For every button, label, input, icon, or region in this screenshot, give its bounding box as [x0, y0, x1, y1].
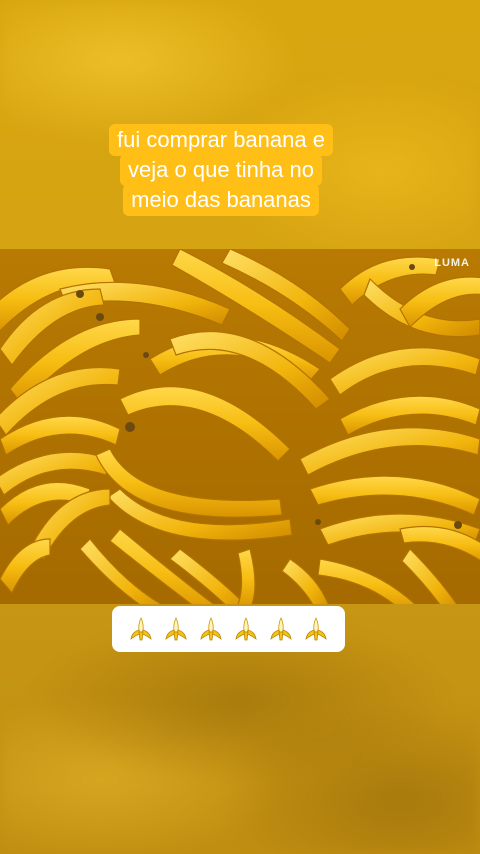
watermark-label: LUMA — [434, 257, 470, 269]
emoji-bar — [112, 606, 345, 652]
banana-peeled-icon — [270, 617, 292, 641]
bananas-illustration — [0, 249, 480, 604]
banana-peeled-icon — [165, 617, 187, 641]
banana-peeled-icon — [235, 617, 257, 641]
caption-line-3: meio das bananas — [123, 184, 319, 216]
caption-line-1: fui comprar banana e — [109, 124, 333, 156]
bananas-photo: LUMA — [0, 249, 480, 604]
banana-peeled-icon — [130, 617, 152, 641]
caption-box: fui comprar banana e veja o que tinha no… — [72, 124, 370, 216]
banana-peeled-icon — [305, 617, 327, 641]
banana-peeled-icon — [200, 617, 222, 641]
caption-line-2: veja o que tinha no — [120, 154, 322, 186]
